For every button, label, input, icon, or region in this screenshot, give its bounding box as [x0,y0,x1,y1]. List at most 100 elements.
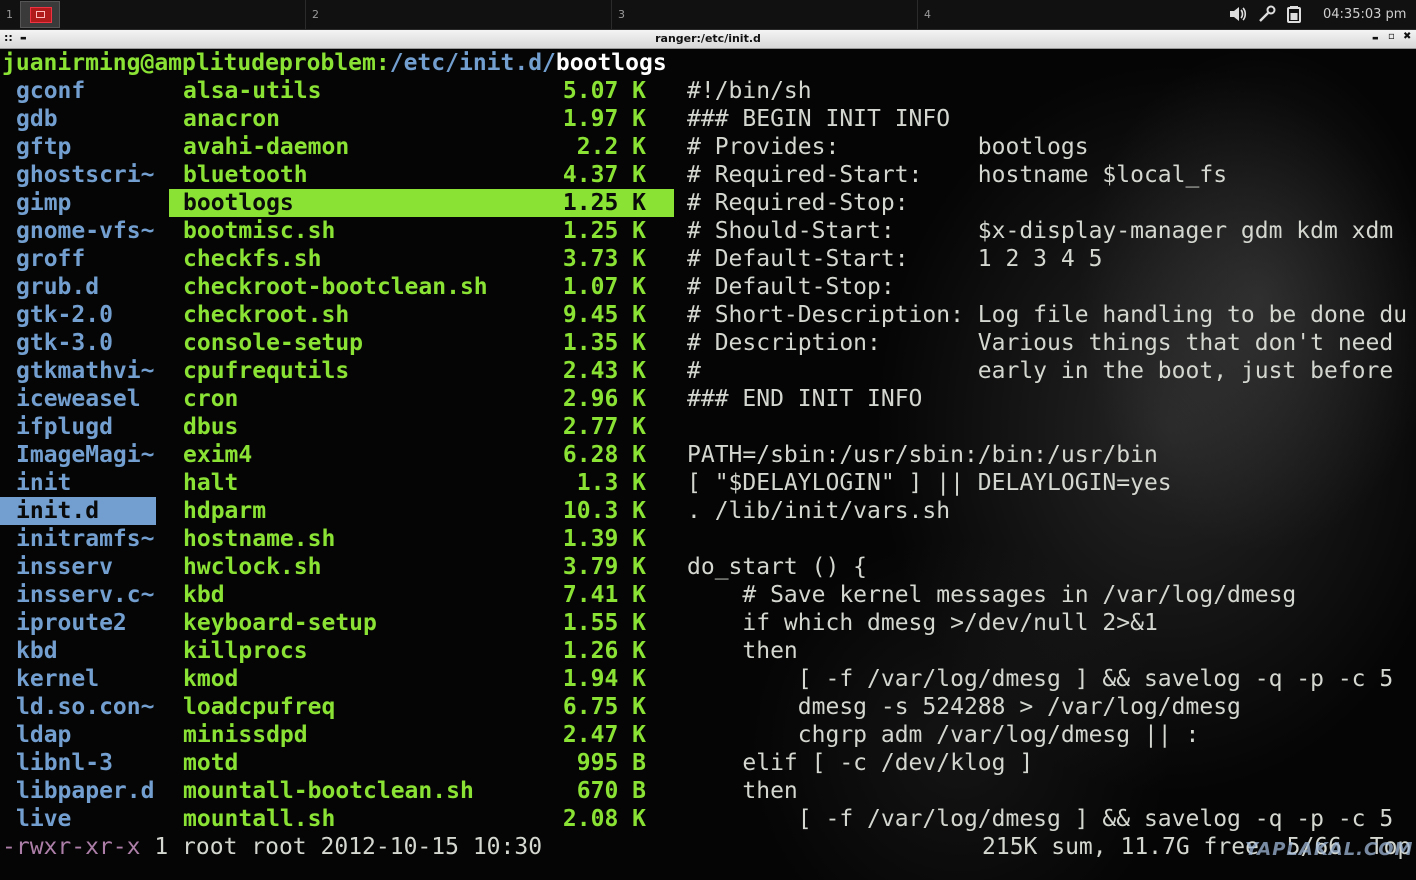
file-size: 1.94 K [562,666,646,692]
workspace-4[interactable]: 4 [918,0,1223,29]
workspace-1[interactable]: 1 [0,0,306,29]
workspace-2[interactable]: 2 [306,0,612,29]
close-button[interactable]: ✖ [1403,31,1411,42]
parent-dir-item[interactable]: iproute2 [0,609,156,637]
status-bar-fileinfo: -rwxr-xr-x 1 root root 2012-10-15 10:30 [2,833,542,861]
parent-dir-item[interactable]: init [0,469,156,497]
parent-dir-item[interactable]: iceweasel [0,385,156,413]
file-item[interactable]: dbus 2.77 K [169,413,674,441]
file-size: 9.45 K [562,302,646,328]
workspace-label: 3 [618,8,625,21]
file-item[interactable]: alsa-utils 5.07 K [169,77,674,105]
parent-dir-item[interactable]: gtk-3.0 [0,329,156,357]
preview-line: then [687,638,798,664]
terminal-ranger[interactable]: juanirming@amplitudeproblem:/etc/init.d/… [0,49,1416,880]
file-name: mountall-bootclean.sh [183,778,474,804]
file-item[interactable]: kbd 7.41 K [169,581,674,609]
file-name: hwclock.sh [183,554,322,580]
file-item[interactable]: killprocs 1.26 K [169,637,674,665]
parent-dir-item[interactable]: initramfs~ [0,525,156,553]
parent-dir-item[interactable]: ImageMagi~ [0,441,156,469]
network-tool-icon[interactable] [1257,5,1277,23]
workspace-3[interactable]: 3 [612,0,918,29]
file-name: checkroot.sh [183,302,350,328]
parent-dir-item[interactable]: gimp [0,189,156,217]
parent-dir-item[interactable]: init.d [0,497,156,525]
file-owner-date: 1 root root 2012-10-15 10:30 [140,834,543,860]
parent-dir-item[interactable]: insserv [0,553,156,581]
parent-dir-item[interactable]: libpaper.d [0,777,156,805]
preview-line: [ "$DELAYLOGIN" ] || DELAYLOGIN=yes [687,470,1172,496]
file-name: cpufrequtils [183,358,350,384]
file-item[interactable]: motd 995 B [169,749,674,777]
file-item[interactable]: cpufrequtils 2.43 K [169,357,674,385]
file-item[interactable]: keyboard-setup 1.55 K [169,609,674,637]
file-item[interactable]: bootlogs 1.25 K [169,189,674,217]
file-name: kbd [183,582,225,608]
preview-line: # Should-Start: $x-display-manager gdm k… [687,218,1394,244]
parent-dir-item[interactable]: insserv.c~ [0,581,156,609]
file-item[interactable]: mountall-bootclean.sh 670 B [169,777,674,805]
file-name: killprocs [183,638,308,664]
file-item[interactable]: hdparm 10.3 K [169,497,674,525]
parent-dir-item[interactable]: gnome-vfs~ [0,217,156,245]
preview-line: # Description: Various things that don't… [687,330,1394,356]
file-preview-pane: #!/bin/sh ### BEGIN INIT INFO # Provides: … [687,77,1416,833]
workspace-label: 4 [924,8,931,21]
parent-dir-item[interactable]: ifplugd [0,413,156,441]
preview-line: # Default-Start: 1 2 3 4 5 [687,246,1103,272]
parent-dir-item[interactable]: kernel [0,665,156,693]
parent-dir-item[interactable]: gdb [0,105,156,133]
file-item[interactable]: exim4 6.28 K [169,441,674,469]
minimize-button[interactable]: ▬ [1372,34,1379,42]
file-item[interactable]: avahi-daemon 2.2 K [169,133,674,161]
file-item[interactable]: anacron 1.97 K [169,105,674,133]
file-item[interactable]: minissdpd 2.47 K [169,721,674,749]
file-item[interactable]: halt 1.3 K [169,469,674,497]
preview-line [687,525,1416,553]
preview-line: # Short-Description: Log file handling t… [687,302,1408,328]
path-userhost: juanirming@amplitudeproblem: [2,50,390,76]
maximize-button[interactable]: ▫ [1388,31,1395,42]
file-item[interactable]: cron 2.96 K [169,385,674,413]
file-item[interactable]: checkroot-bootclean.sh 1.07 K [169,273,674,301]
file-item[interactable]: kmod 1.94 K [169,665,674,693]
file-item[interactable]: checkfs.sh 3.73 K [169,245,674,273]
file-item[interactable]: checkroot.sh 9.45 K [169,301,674,329]
parent-dir-item[interactable]: gtkmathvi~ [0,357,156,385]
battery-icon[interactable] [1284,5,1304,23]
parent-dir-item[interactable]: gconf [0,77,156,105]
preview-line: # Provides: bootlogs [687,134,1089,160]
parent-dir-item[interactable]: ld.so.con~ [0,693,156,721]
file-item[interactable]: mountall.sh 2.08 K [169,805,674,833]
parent-dir-item[interactable]: ghostscri~ [0,161,156,189]
file-item[interactable]: console-setup 1.35 K [169,329,674,357]
parent-dir-item[interactable]: grub.d [0,273,156,301]
file-item[interactable]: hostname.sh 1.39 K [169,525,674,553]
parent-dir-item[interactable]: ldap [0,721,156,749]
file-name: checkfs.sh [183,246,322,272]
preview-line: if which dmesg >/dev/null 2>&1 [687,610,1158,636]
parent-dir-item[interactable]: kbd [0,637,156,665]
file-item[interactable]: bootmisc.sh 1.25 K [169,217,674,245]
preview-line: # early in the boot, just before [687,358,1394,384]
parent-dir-item[interactable]: gftp [0,133,156,161]
file-item[interactable]: bluetooth 4.37 K [169,161,674,189]
file-size: 1.25 K [562,190,646,216]
preview-line: # Save kernel messages in /var/log/dmesg [687,582,1297,608]
file-size: 7.41 K [562,582,646,608]
window-titlebar[interactable]: :: ▬ ranger:/etc/init.d ▬ ▫ ✖ [0,30,1416,49]
panel-clock[interactable]: 04:35:03 pm [1323,7,1406,22]
file-item[interactable]: hwclock.sh 3.79 K [169,553,674,581]
parent-dir-item[interactable]: live [0,805,156,833]
workspace-label: 2 [312,8,319,21]
terminal-task-thumbnail[interactable] [20,1,60,28]
parent-dir-item[interactable]: gtk-2.0 [0,301,156,329]
volume-icon[interactable] [1228,5,1248,23]
file-item[interactable]: loadcpufreq 6.75 K [169,693,674,721]
parent-dir-item[interactable]: libnl-3 [0,749,156,777]
file-size: 2.2 K [576,134,646,160]
file-size: 1.26 K [562,638,646,664]
parent-dir-item[interactable]: groff [0,245,156,273]
file-size: 1.35 K [562,330,646,356]
